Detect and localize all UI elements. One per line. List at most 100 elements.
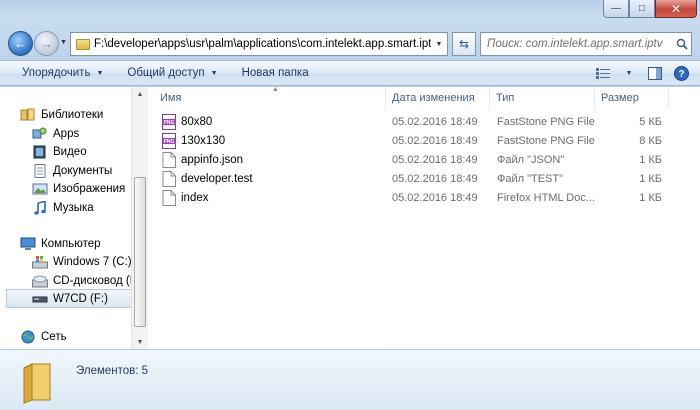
file-row[interactable]: PNG 130x130 05.02.2016 18:49 FastStone P…: [148, 132, 688, 151]
sort-ascending-icon: ▲: [272, 86, 279, 93]
file-date: 05.02.2016 18:49: [392, 192, 478, 204]
file-type: Firefox HTML Doc...: [497, 192, 595, 204]
blank-file-icon: [162, 190, 176, 206]
file-row[interactable]: appinfo.json 05.02.2016 18:49 Файл "JSON…: [148, 151, 688, 170]
nav-label: Библиотеки: [41, 108, 104, 121]
chevron-down-icon: ▼: [96, 69, 104, 77]
file-type: Файл "TEST": [497, 173, 564, 185]
nav-item-cd-drive[interactable]: CD-дисковод (D:: [32, 271, 131, 290]
file-date: 05.02.2016 18:49: [392, 173, 478, 185]
refresh-button[interactable]: ⇆: [452, 32, 476, 56]
view-options-button[interactable]: [590, 62, 616, 84]
nav-item-computer[interactable]: Компьютер: [20, 234, 101, 253]
nav-item-drive-c[interactable]: Windows 7 (C:): [32, 252, 131, 271]
computer-icon: [20, 237, 36, 250]
nav-label: CD-дисковод (D:: [53, 274, 131, 287]
minimize-button[interactable]: —: [603, 0, 629, 18]
file-name-cell: PNG 130x130: [162, 133, 225, 149]
column-header-type[interactable]: Тип: [490, 87, 595, 109]
file-size: 1 КБ: [639, 173, 662, 185]
nav-item-libraries[interactable]: Библиотеки: [20, 105, 103, 124]
file-name-cell: developer.test: [162, 171, 253, 187]
maximize-button[interactable]: □: [629, 0, 655, 18]
windows-drive-icon: [32, 255, 48, 268]
nav-item-video[interactable]: Видео: [32, 142, 87, 161]
view-dropdown-button[interactable]: ▼: [616, 62, 642, 84]
nav-item-documents[interactable]: Документы: [32, 161, 112, 180]
file-name: 80x80: [181, 116, 213, 128]
nav-scrollbar[interactable]: ▲ ▼: [131, 87, 148, 349]
view-list-icon: [596, 67, 610, 79]
scroll-thumb[interactable]: [134, 177, 146, 327]
usb-drive-icon: [32, 296, 48, 302]
nav-item-pictures[interactable]: Изображения: [32, 179, 125, 198]
search-box[interactable]: [480, 32, 692, 56]
music-icon: [34, 200, 46, 215]
new-folder-label: Новая папка: [241, 67, 309, 79]
blank-file-icon: [162, 152, 176, 168]
column-type-label: Тип: [496, 92, 515, 104]
libraries-icon: [20, 108, 35, 120]
column-size-label: Размер: [601, 92, 639, 104]
command-bar: Упорядочить ▼ Общий доступ ▼ Новая папка ▼…: [0, 60, 700, 86]
file-date: 05.02.2016 18:49: [392, 116, 478, 128]
nav-label: Windows 7 (C:): [53, 255, 131, 268]
nav-label: Музыка: [53, 201, 94, 214]
file-row[interactable]: developer.test 05.02.2016 18:49 Файл "TE…: [148, 170, 688, 189]
chevron-down-icon: ▼: [210, 69, 218, 77]
file-name: 130x130: [181, 135, 226, 147]
nav-item-drive-f[interactable]: W7CD (F:): [6, 289, 131, 308]
item-count: Элементов: 5: [76, 365, 149, 377]
search-input[interactable]: [481, 38, 673, 50]
address-path[interactable]: F:\developer\apps\usr\palm\applications\…: [94, 38, 431, 50]
network-icon: [21, 330, 35, 343]
new-folder-button[interactable]: Новая папка: [234, 62, 317, 84]
blank-file-icon: [162, 171, 176, 187]
scroll-up-arrow[interactable]: ▲: [132, 87, 148, 101]
column-header-date[interactable]: Дата изменения: [386, 87, 490, 109]
file-row[interactable]: PNG 80x80 05.02.2016 18:49 FastStone PNG…: [148, 113, 688, 132]
caption-buttons: — □ ✕: [603, 0, 697, 18]
column-date-label: Дата изменения: [392, 92, 475, 104]
scroll-down-arrow[interactable]: ▼: [132, 335, 148, 349]
close-button[interactable]: ✕: [655, 0, 697, 18]
address-bar[interactable]: F:\developer\apps\usr\palm\applications\…: [70, 32, 448, 56]
file-type: FastStone PNG File: [497, 135, 595, 147]
nav-label: Видео: [53, 145, 87, 158]
nav-item-apps[interactable]: Apps: [32, 124, 79, 143]
file-size: 5 КБ: [639, 116, 662, 128]
navigation-pane: Библиотеки Apps Видео Документы Изображе…: [0, 87, 131, 349]
file-name-cell: index: [162, 190, 209, 206]
details-pane: Элементов: 5: [0, 349, 700, 410]
file-type: Файл "JSON": [497, 154, 565, 166]
nav-item-music[interactable]: Музыка: [32, 198, 94, 217]
video-icon: [33, 145, 46, 158]
organize-button[interactable]: Упорядочить ▼: [14, 62, 111, 84]
search-icon[interactable]: [673, 38, 691, 50]
svg-text:PNG: PNG: [164, 139, 175, 145]
svg-text:?: ?: [678, 69, 684, 80]
nav-label: Сеть: [41, 330, 67, 343]
address-row: ← → ▼ F:\developer\apps\usr\palm\applica…: [0, 28, 700, 60]
explorer-window: — □ ✕ ← → ▼ F:\developer\apps\usr\palm\a…: [0, 0, 700, 410]
nav-item-network[interactable]: Сеть: [20, 327, 67, 346]
column-header-name[interactable]: Имя ▲: [154, 86, 386, 109]
preview-pane-icon: [648, 66, 662, 80]
share-button[interactable]: Общий доступ ▼: [119, 62, 225, 84]
preview-pane-button[interactable]: [642, 62, 668, 84]
forward-button[interactable]: →: [34, 31, 59, 56]
nav-label: Apps: [53, 127, 80, 140]
svg-text:PNG: PNG: [164, 120, 175, 126]
nav-label: W7CD (F:): [53, 292, 108, 305]
address-dropdown-button[interactable]: ▼: [431, 41, 447, 48]
file-row[interactable]: index 05.02.2016 18:49 Firefox HTML Doc.…: [148, 189, 688, 208]
file-size: 8 КБ: [639, 135, 662, 147]
column-name-label: Имя: [160, 92, 182, 104]
back-button[interactable]: ←: [8, 31, 33, 56]
png-file-icon: PNG: [162, 114, 176, 130]
file-date: 05.02.2016 18:49: [392, 135, 478, 147]
file-name: index: [181, 192, 209, 204]
column-header-size[interactable]: Размер: [595, 87, 669, 109]
help-button[interactable]: ?: [668, 62, 694, 84]
recent-pages-dropdown[interactable]: ▼: [60, 39, 67, 46]
